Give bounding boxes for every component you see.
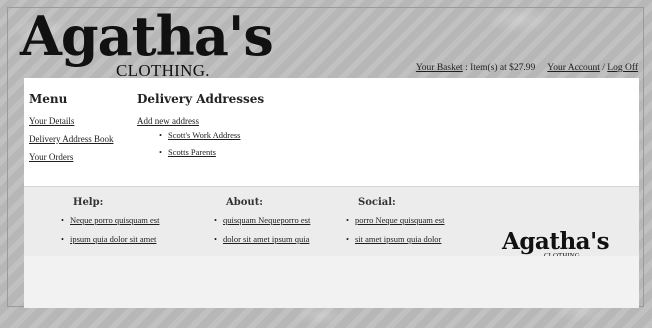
basket-link[interactable]: Your Basket [416, 63, 463, 73]
brand-logo[interactable]: Agatha's CLOTHING. [20, 4, 300, 80]
footer-about-title: About: [226, 197, 264, 208]
footer-link-item: quisquam Nequeporro est [214, 215, 310, 225]
basket-summary: : Item(s) at $27.99 [462, 63, 536, 73]
menu-item-your-orders: Your Orders [29, 152, 139, 162]
your-orders-link[interactable]: Your Orders [29, 152, 73, 162]
address-item: Scott's Work Address [159, 130, 437, 140]
logout-link[interactable]: Log Off [607, 63, 638, 73]
footer-link-item: sit amet ipsum quia dolor [346, 234, 444, 244]
address-item: Scotts Parents [159, 147, 437, 157]
menu-list: Your Details Delivery Address Book Your … [29, 116, 139, 162]
footer-social-column: Social: porro Neque quisquam est sit ame… [346, 197, 444, 253]
footer-help-link[interactable]: ipsum quia dolor sit amet [70, 234, 156, 244]
site-footer: Help: Neque porro quisquam est ipsum qui… [24, 186, 639, 260]
add-new-address-link[interactable]: Add new address [137, 116, 437, 126]
footer-help-column: Help: Neque porro quisquam est ipsum qui… [61, 197, 159, 253]
footer-link-item: porro Neque quisquam est [346, 215, 444, 225]
section-title: Delivery Addresses [137, 92, 265, 106]
footer-link-item: Neque porro quisquam est [61, 215, 159, 225]
footer-about-link[interactable]: quisquam Nequeporro est [223, 215, 310, 225]
footer-help-title: Help: [73, 197, 104, 208]
footer-logo-wordmark: Agatha's [502, 228, 610, 255]
footer-link-item: ipsum quia dolor sit amet [61, 234, 159, 244]
footer-social-link[interactable]: porro Neque quisquam est [355, 215, 444, 225]
footer-help-link[interactable]: Neque porro quisquam est [70, 215, 159, 225]
footer-link-item: dolor sit amet ipsum quia [214, 234, 310, 244]
delivery-address-book-link[interactable]: Delivery Address Book [29, 134, 114, 144]
footer-about-column: About: quisquam Nequeporro est dolor sit… [214, 197, 310, 253]
account-link[interactable]: Your Account [547, 63, 600, 73]
address-link-parents[interactable]: Scotts Parents [168, 147, 216, 157]
main-panel: Menu Your Details Delivery Address Book … [24, 78, 639, 186]
your-details-link[interactable]: Your Details [29, 116, 74, 126]
address-link-work[interactable]: Scott's Work Address [168, 130, 240, 140]
footer-social-title: Social: [358, 197, 396, 208]
menu-item-your-details: Your Details [29, 116, 139, 126]
menu-item-delivery-address-book: Delivery Address Book [29, 134, 139, 144]
page-bottom-area [24, 256, 639, 308]
account-nav: Your Basket : Item(s) at $27.99 Your Acc… [416, 63, 638, 73]
address-list: Scott's Work Address Scotts Parents [159, 130, 437, 157]
account-menu: Menu Your Details Delivery Address Book … [29, 92, 139, 170]
menu-title: Menu [29, 92, 68, 106]
footer-social-link[interactable]: sit amet ipsum quia dolor [355, 234, 441, 244]
footer-about-link[interactable]: dolor sit amet ipsum quia [223, 234, 309, 244]
delivery-addresses-section: Delivery Addresses Add new address Scott… [137, 92, 437, 164]
